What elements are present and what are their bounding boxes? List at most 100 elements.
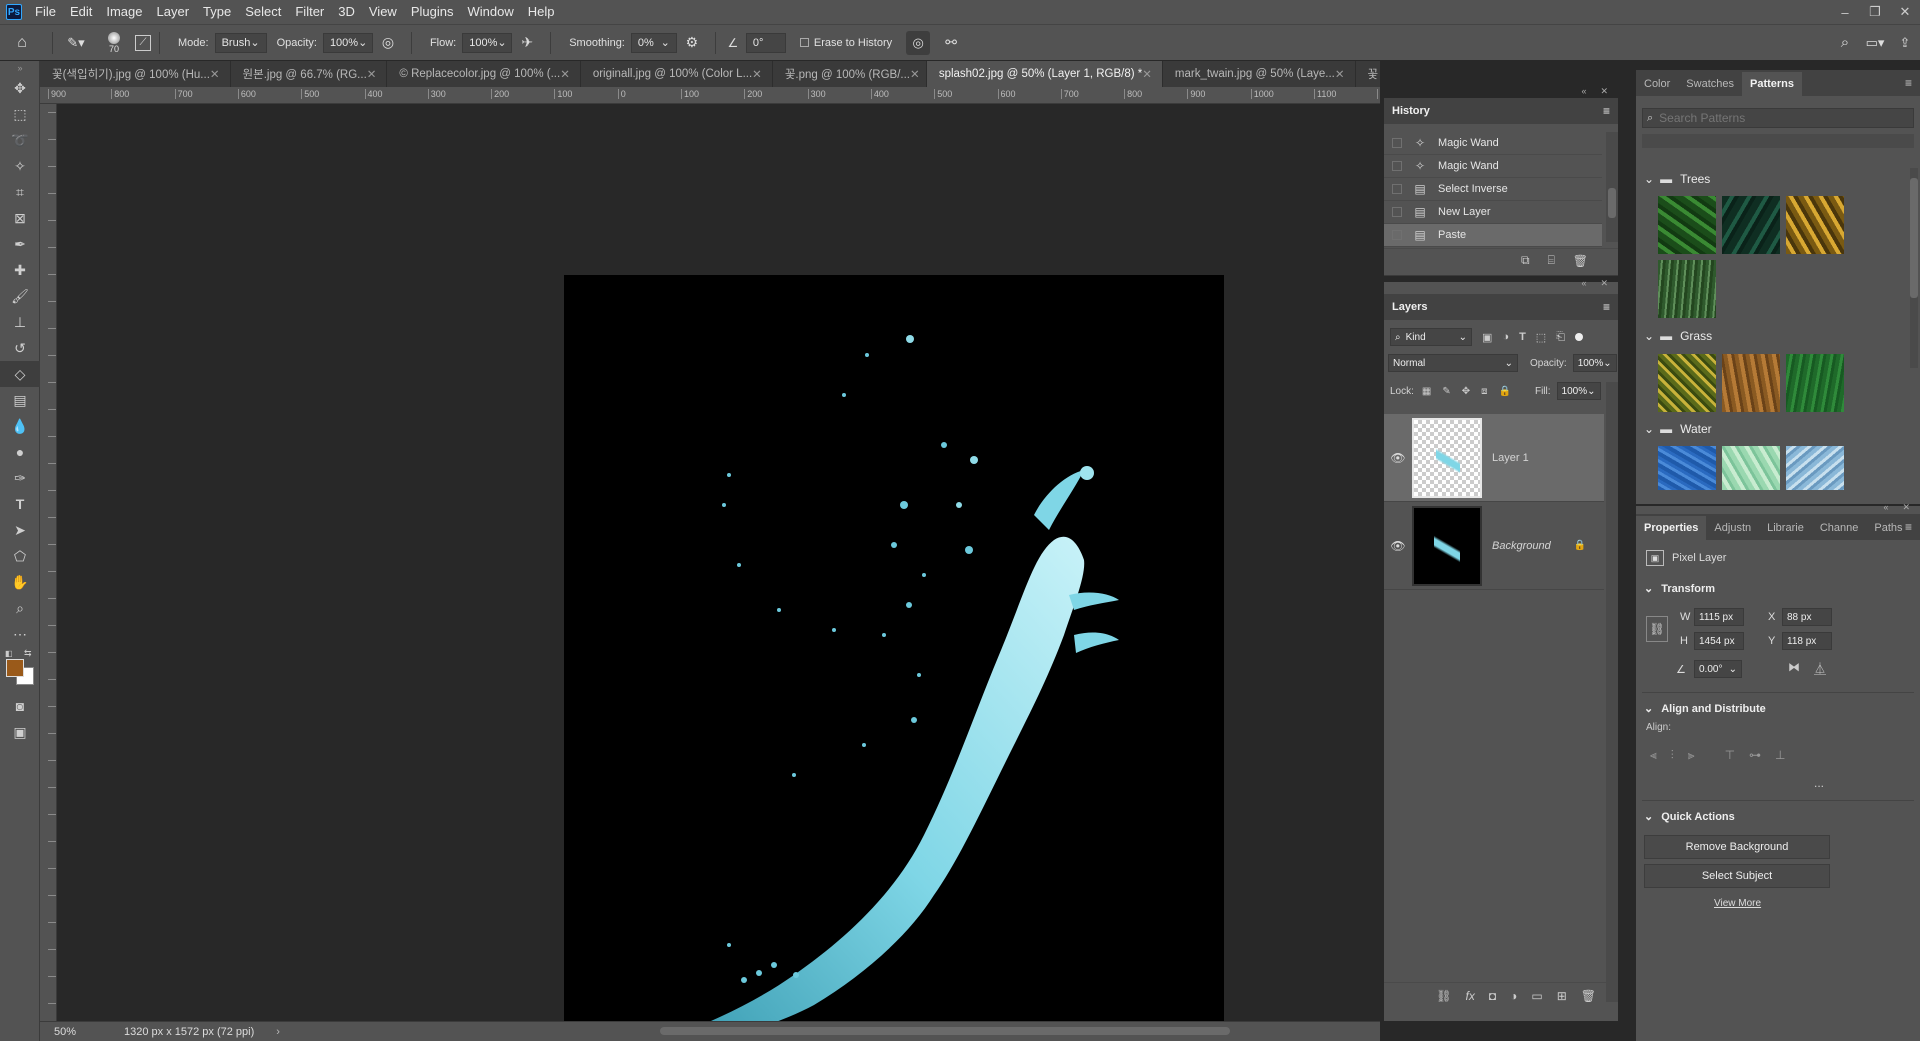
y-input[interactable]: 118 px	[1782, 632, 1832, 650]
filter-adjustment-icon[interactable]: ◑	[1502, 331, 1509, 343]
filter-type-icon[interactable]: T	[1519, 331, 1526, 343]
tab-libraries[interactable]: Librarie	[1759, 516, 1812, 540]
angle-input[interactable]: 0°	[745, 32, 786, 53]
link-dimensions-icon[interactable]: ⛓	[1646, 616, 1668, 642]
mode-select[interactable]: Brush ⌄	[214, 32, 267, 53]
align-middle-vertical-icon[interactable]: ⊶	[1749, 748, 1761, 763]
close-icon[interactable]: ✕	[367, 67, 377, 81]
x-input[interactable]: 88 px	[1782, 608, 1832, 626]
align-top-icon[interactable]: ⊤	[1725, 748, 1735, 763]
close-icon[interactable]: ✕	[1335, 67, 1345, 81]
collapse-icon[interactable]: «	[1883, 502, 1888, 514]
close-icon[interactable]: ✕	[1600, 278, 1608, 290]
gear-icon[interactable]: ⚙	[677, 34, 707, 51]
new-document-from-state-icon[interactable]: ⧉	[1521, 253, 1530, 268]
smoothing-input[interactable]: 0% ⌄	[630, 32, 677, 53]
menu-select[interactable]: Select	[238, 0, 288, 24]
more-tools-icon[interactable]: ⋯	[0, 621, 40, 647]
default-colors-icon[interactable]: ◧	[5, 649, 13, 658]
foreground-color-swatch[interactable]	[6, 659, 24, 677]
pattern-swatch[interactable]	[1658, 196, 1716, 254]
path-selection-tool-icon[interactable]: ➤	[0, 517, 40, 543]
close-icon[interactable]: ✕	[560, 67, 570, 81]
angle-input[interactable]: 0.00° ⌄	[1694, 660, 1742, 678]
history-item[interactable]: ✧ Magic Wand	[1384, 132, 1602, 155]
history-brush-source-checkbox[interactable]	[1392, 184, 1402, 194]
menu-layer[interactable]: Layer	[150, 0, 197, 24]
swap-colors-icon[interactable]: ⇆	[24, 648, 32, 659]
airbrush-icon[interactable]: ✈	[512, 34, 542, 51]
filter-pixel-icon[interactable]: ▣	[1482, 331, 1492, 344]
filter-shape-icon[interactable]: ⬚	[1536, 331, 1546, 344]
marquee-tool-icon[interactable]: ⬚	[0, 101, 40, 127]
trash-icon[interactable]: 🗑	[1581, 989, 1596, 1003]
filter-toggle[interactable]	[1575, 333, 1584, 341]
view-more-link[interactable]: View More	[1714, 898, 1761, 909]
camera-icon[interactable]: ⌸	[1548, 253, 1555, 268]
move-tool-icon[interactable]: ✥	[0, 75, 40, 101]
layer-name[interactable]: Layer 1	[1492, 452, 1529, 464]
minimize-button[interactable]: –	[1830, 0, 1860, 24]
new-layer-icon[interactable]: ⊞	[1557, 989, 1567, 1003]
erase-history-checkbox[interactable]	[799, 38, 809, 47]
patterns-scrollbar[interactable]	[1910, 168, 1918, 368]
history-scrollbar[interactable]	[1606, 132, 1618, 242]
layers-scrollbar[interactable]	[1606, 382, 1618, 1002]
tab-patterns[interactable]: Patterns	[1742, 72, 1803, 96]
close-icon[interactable]: ✕	[210, 67, 220, 81]
opacity-input[interactable]: 100% ⌄	[322, 32, 373, 53]
close-icon[interactable]: ✕	[752, 67, 762, 81]
panel-menu-icon[interactable]: ≡	[1905, 520, 1912, 534]
dodge-tool-icon[interactable]: ●	[0, 439, 40, 465]
close-icon[interactable]: ✕	[1142, 67, 1152, 81]
stamp-tool-icon[interactable]: ⊥	[0, 309, 40, 335]
height-input[interactable]: 1454 px	[1694, 632, 1744, 650]
workspace-icon[interactable]: ▭▾	[1860, 35, 1890, 51]
pen-tool-icon[interactable]: ✑	[0, 465, 40, 491]
layer-row-active[interactable]: 👁 Layer 1	[1384, 414, 1604, 502]
blur-tool-icon[interactable]: 💧	[0, 413, 40, 439]
panel-menu-icon[interactable]: ≡	[1905, 76, 1912, 90]
tab-document[interactable]: 꽃(색입히기).jpg @ 100% (Hu... ✕	[40, 61, 231, 87]
pattern-swatch[interactable]	[1658, 354, 1716, 412]
history-item[interactable]: ▤ New Layer	[1384, 201, 1602, 224]
screen-mode-icon[interactable]: ▣	[0, 719, 40, 745]
history-item[interactable]: ✧ Magic Wand	[1384, 155, 1602, 178]
eraser-tool-icon[interactable]: ◇	[0, 361, 40, 387]
menu-window[interactable]: Window	[460, 0, 520, 24]
align-bottom-icon[interactable]: ⊥	[1775, 748, 1785, 763]
align-right-icon[interactable]: ⫸	[1688, 748, 1695, 763]
pattern-folder-trees[interactable]: ⌄ ▬ Trees	[1636, 168, 1906, 190]
type-tool-icon[interactable]: T	[0, 491, 40, 517]
pattern-swatch[interactable]	[1658, 446, 1716, 490]
tab-document-active[interactable]: splash02.jpg @ 50% (Layer 1, RGB/8) * ✕	[926, 61, 1163, 87]
magic-wand-tool-icon[interactable]: ✧	[0, 153, 40, 179]
pattern-swatch[interactable]	[1722, 354, 1780, 412]
history-brush-source-checkbox[interactable]	[1392, 161, 1402, 171]
tab-color[interactable]: Color	[1636, 72, 1678, 96]
more-options-button[interactable]: ...	[1814, 776, 1824, 790]
shape-tool-icon[interactable]: ⬠	[0, 543, 40, 569]
eye-icon[interactable]: 👁	[1384, 451, 1412, 465]
trash-icon[interactable]: 🗑	[1573, 254, 1588, 268]
tab-document[interactable]: 꽃 완성.psd @ 200% (splash0...✕	[1356, 61, 1380, 87]
pressure-size-icon[interactable]: ◎	[906, 30, 931, 55]
lock-image-icon[interactable]: ✎	[1442, 386, 1450, 397]
layer-kind-filter[interactable]: ⌕ Kind ⌄	[1390, 328, 1472, 346]
search-patterns-input[interactable]	[1659, 111, 1880, 125]
panel-menu-icon[interactable]: ≡	[1603, 104, 1610, 118]
flip-vertical-icon[interactable]: ⏅	[1814, 660, 1826, 677]
history-item[interactable]: ▤ Select Inverse	[1384, 178, 1602, 201]
flow-input[interactable]: 100% ⌄	[462, 32, 513, 53]
menu-type[interactable]: Type	[196, 0, 238, 24]
gradient-tool-icon[interactable]: ▤	[0, 387, 40, 413]
zoom-level[interactable]: 50%	[54, 1026, 104, 1038]
align-section-header[interactable]: ⌄ Align and Distribute	[1644, 702, 1766, 716]
align-left-icon[interactable]: ⫷	[1650, 748, 1657, 763]
search-patterns-field[interactable]: ⌕	[1642, 108, 1914, 128]
tab-paths[interactable]: Paths	[1866, 516, 1910, 540]
horizontal-scrollbar[interactable]	[660, 1027, 1230, 1035]
scroll-thumb[interactable]	[1910, 178, 1918, 298]
align-center-horizontal-icon[interactable]: ⫶	[1671, 748, 1674, 763]
pattern-swatch[interactable]	[1722, 446, 1780, 490]
